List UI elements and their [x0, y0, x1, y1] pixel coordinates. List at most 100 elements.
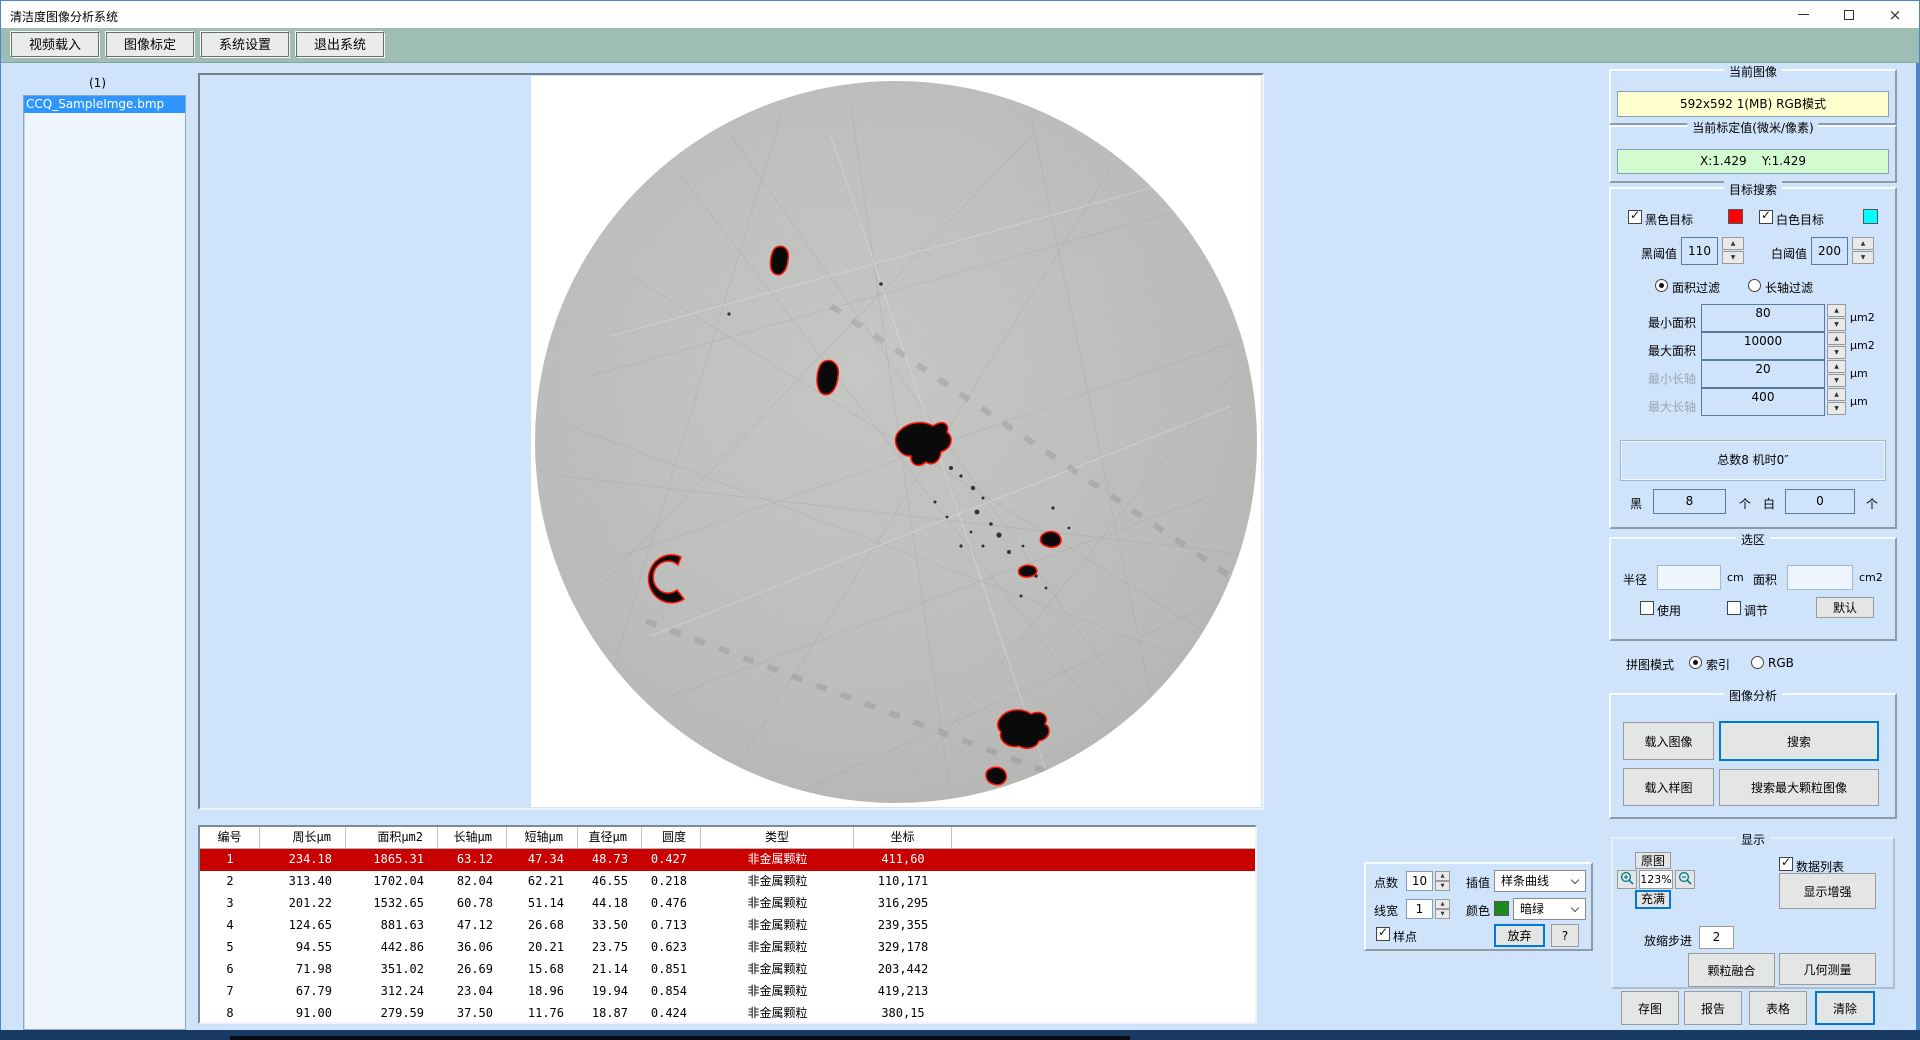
min-axis-input[interactable]: 20 — [1701, 360, 1825, 388]
max-area-up[interactable]: ▲ — [1827, 332, 1846, 345]
points-spin-up[interactable]: ▲ — [1435, 871, 1450, 881]
column-header[interactable]: 直径μm — [578, 827, 642, 848]
black-threshold-input[interactable]: 110 — [1681, 237, 1718, 265]
linewidth-input[interactable]: 1 — [1406, 899, 1433, 919]
white-threshold-input[interactable]: 200 — [1811, 237, 1848, 265]
column-header[interactable]: 面积μm2 — [346, 827, 438, 848]
black-threshold-down[interactable]: ▼ — [1722, 251, 1744, 264]
zoom-in-button[interactable] — [1617, 870, 1637, 889]
table-cell: 48.73 — [578, 849, 642, 871]
axis-filter-radio[interactable] — [1748, 279, 1761, 292]
zoom-step-input[interactable]: 2 — [1699, 926, 1734, 949]
black-threshold-up[interactable]: ▲ — [1722, 237, 1744, 250]
original-size-button[interactable]: 原图 — [1635, 852, 1671, 869]
close-button[interactable]: × — [1872, 1, 1918, 28]
min-axis-down[interactable]: ▼ — [1827, 374, 1846, 387]
table-row[interactable]: 891.00279.5937.5011.7618.870.424非金属颗粒380… — [200, 1003, 1255, 1025]
data-list-checkbox[interactable]: ✓ — [1779, 857, 1793, 871]
table-cell: 8 — [200, 1003, 260, 1025]
toolbar-button[interactable]: 图像标定 — [106, 32, 194, 57]
linewidth-spin-down[interactable]: ▼ — [1435, 909, 1450, 919]
white-threshold-up[interactable]: ▲ — [1852, 237, 1874, 250]
table-button[interactable]: 表格 — [1749, 991, 1807, 1025]
load-sample-button[interactable]: 载入样图 — [1623, 768, 1714, 806]
table-cell: 5 — [200, 937, 260, 959]
column-header[interactable]: 坐标 — [854, 827, 952, 848]
toolbar-button[interactable]: 退出系统 — [296, 32, 384, 57]
max-axis-unit: μm — [1850, 395, 1868, 408]
table-cell: 21.14 — [578, 959, 642, 981]
measure-button[interactable]: 几何测量 — [1779, 953, 1876, 985]
sel-area-input[interactable] — [1787, 565, 1853, 590]
mosaic-rgb-radio[interactable] — [1751, 656, 1764, 669]
color-dropdown[interactable]: 暗绿 — [1513, 898, 1586, 920]
column-header[interactable]: 圆度 — [642, 827, 701, 848]
search-button[interactable]: 搜索 — [1719, 721, 1879, 761]
max-axis-up[interactable]: ▲ — [1827, 388, 1846, 401]
report-button[interactable]: 报告 — [1684, 991, 1742, 1025]
column-header[interactable]: 编号 — [200, 827, 260, 848]
column-header[interactable]: 长轴μm — [438, 827, 507, 848]
radius-input[interactable] — [1657, 565, 1721, 590]
toolbar-button[interactable]: 视频载入 — [11, 32, 99, 57]
max-axis-down[interactable]: ▼ — [1827, 402, 1846, 415]
table-cell: 23.04 — [438, 981, 507, 1003]
app-window: 清洁度图像分析系统 × 视频载入图像标定系统设置退出系统 (1) CCQ_Sam… — [0, 0, 1920, 1032]
black-target-checkbox[interactable]: ✓ — [1628, 210, 1642, 224]
enhance-button[interactable]: 显示增强 — [1779, 873, 1876, 909]
white-threshold-down[interactable]: ▼ — [1852, 251, 1874, 264]
sample-points-checkbox[interactable]: ✓ — [1376, 927, 1390, 941]
minimize-button[interactable] — [1780, 1, 1826, 28]
table-cell: 非金属颗粒 — [701, 871, 854, 893]
default-button[interactable]: 默认 — [1816, 597, 1874, 618]
table-row[interactable]: 4124.65881.6347.1226.6833.500.713非金属颗粒23… — [200, 915, 1255, 937]
help-button[interactable]: ? — [1551, 924, 1579, 947]
color-label: 颜色 — [1466, 902, 1490, 919]
white-target-checkbox[interactable]: ✓ — [1759, 210, 1773, 224]
table-cell: 442.86 — [346, 937, 438, 959]
zoom-out-button[interactable] — [1675, 870, 1695, 889]
white-target-color-swatch[interactable] — [1863, 209, 1878, 224]
use-checkbox[interactable] — [1640, 601, 1654, 615]
table-row[interactable]: 767.79312.2423.0418.9619.940.854非金属颗粒419… — [200, 981, 1255, 1003]
table-row[interactable]: 3201.221532.6560.7851.1444.180.476非金属颗粒3… — [200, 893, 1255, 915]
file-listbox[interactable]: CCQ_SampleImge.bmp — [23, 95, 186, 1030]
min-area-input[interactable]: 80 — [1701, 304, 1825, 332]
area-filter-radio[interactable] — [1655, 279, 1668, 292]
table-cell: 2 — [200, 871, 260, 893]
max-area-down[interactable]: ▼ — [1827, 346, 1846, 359]
interp-dropdown[interactable]: 样条曲线 — [1494, 870, 1586, 892]
min-area-down[interactable]: ▼ — [1827, 318, 1846, 331]
min-area-up[interactable]: ▲ — [1827, 304, 1846, 317]
mosaic-index-radio[interactable] — [1689, 656, 1702, 669]
table-row[interactable]: 671.98351.0226.6915.6821.140.851非金属颗粒203… — [200, 959, 1255, 981]
max-area-input[interactable]: 10000 — [1701, 332, 1825, 360]
linewidth-spin-up[interactable]: ▲ — [1435, 899, 1450, 909]
search-max-button[interactable]: 搜索最大颗粒图像 — [1719, 769, 1879, 806]
table-row[interactable]: 1234.181865.3163.1247.3448.730.427非金属颗粒4… — [200, 849, 1255, 871]
points-spin-down[interactable]: ▼ — [1435, 881, 1450, 891]
color-swatch[interactable] — [1494, 901, 1509, 916]
clear-button[interactable]: 清除 — [1815, 991, 1875, 1025]
adjust-checkbox[interactable] — [1727, 601, 1741, 615]
column-header[interactable]: 类型 — [701, 827, 854, 848]
save-image-button[interactable]: 存图 — [1621, 991, 1679, 1025]
table-row[interactable]: 594.55442.8636.0620.2123.750.623非金属颗粒329… — [200, 937, 1255, 959]
load-image-button[interactable]: 载入图像 — [1623, 722, 1714, 760]
black-target-color-swatch[interactable] — [1728, 209, 1743, 224]
merge-button[interactable]: 颗粒融合 — [1688, 953, 1775, 987]
discard-button[interactable]: 放弃 — [1494, 924, 1545, 947]
maximize-button[interactable] — [1826, 1, 1872, 28]
column-header[interactable]: 短轴μm — [507, 827, 578, 848]
column-header[interactable]: 周长μm — [260, 827, 346, 848]
min-axis-up[interactable]: ▲ — [1827, 360, 1846, 373]
toolbar-button[interactable]: 系统设置 — [201, 32, 289, 57]
table-row[interactable]: 2313.401702.0482.0462.2146.550.218非金属颗粒1… — [200, 871, 1255, 893]
points-input[interactable]: 10 — [1406, 871, 1433, 891]
fit-button[interactable]: 充满 — [1635, 890, 1671, 909]
min-axis-unit: μm — [1850, 367, 1868, 380]
table-cell: 124.65 — [260, 915, 346, 937]
list-item[interactable]: CCQ_SampleImge.bmp — [24, 96, 185, 113]
image-canvas[interactable] — [531, 76, 1261, 807]
max-axis-input[interactable]: 400 — [1701, 388, 1825, 416]
